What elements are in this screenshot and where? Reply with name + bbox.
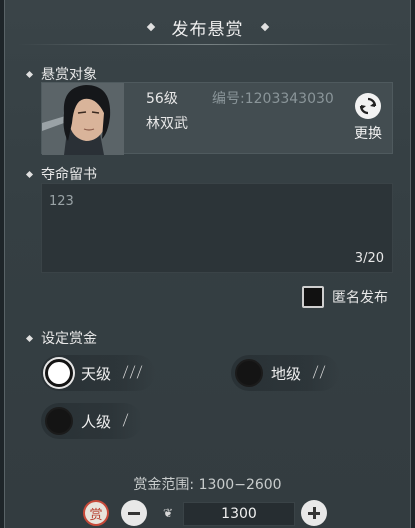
- grade-label: 地级: [271, 364, 302, 383]
- title-bar: 发布悬赏: [5, 10, 410, 44]
- character-portrait: [42, 83, 124, 155]
- grade-radio-selected[interactable]: [45, 359, 73, 387]
- bullet-diamond-icon: [25, 170, 34, 178]
- target-name: 林双武: [146, 116, 188, 132]
- target-heading-label: 悬赏对象: [41, 67, 97, 83]
- blade-rating: ⟋ ⟋: [309, 364, 331, 382]
- bounty-panel: 发布悬赏 悬赏对象 56级 林双武 编号:1203343030 更换 夺命留书 …: [4, 0, 411, 528]
- grade-option-ren[interactable]: 人级 ⟋: [41, 403, 142, 439]
- anonymous-toggle[interactable]: 匿名发布: [302, 286, 388, 308]
- amount-input[interactable]: 1300: [183, 502, 295, 526]
- blade-rating: ⟋ ⟋ ⟋: [119, 364, 147, 382]
- target-section-heading: 悬赏对象: [25, 64, 97, 84]
- decrease-amount-button[interactable]: [121, 500, 147, 526]
- message-heading-label: 夺命留书: [41, 167, 97, 183]
- title-divider: [17, 44, 398, 45]
- page-title: 发布悬赏: [171, 19, 244, 40]
- reward-heading-label: 设定赏金: [41, 331, 97, 347]
- bullet-diamond-icon: [25, 70, 34, 78]
- refresh-icon: [355, 93, 381, 119]
- portrait-image: [42, 83, 124, 155]
- title-right-diamond-icon: [260, 22, 269, 32]
- reward-section-heading: 设定赏金: [25, 328, 97, 348]
- anonymous-checkbox[interactable]: [302, 286, 324, 308]
- blade-rating: ⟋: [119, 412, 134, 430]
- bounty-seal-icon: 赏: [83, 500, 109, 526]
- grade-option-di[interactable]: 地级 ⟋ ⟋: [231, 355, 339, 391]
- swap-label: 更换: [354, 126, 382, 142]
- currency-icon: ❦: [163, 506, 174, 520]
- plus-icon-stroke: [312, 507, 316, 519]
- grade-label: 人级: [81, 412, 112, 431]
- message-section-heading: 夺命留书: [25, 164, 97, 184]
- bullet-diamond-icon: [25, 334, 34, 342]
- message-input[interactable]: 123 3/20: [41, 183, 393, 273]
- swap-target-button[interactable]: 更换: [350, 93, 386, 149]
- grade-label: 天级: [81, 364, 112, 383]
- grade-radio[interactable]: [45, 407, 73, 435]
- message-char-count: 3/20: [354, 251, 384, 266]
- grade-option-tian[interactable]: 天级 ⟋ ⟋ ⟋: [41, 355, 156, 391]
- target-card: 56级 林双武 编号:1203343030 更换: [41, 82, 393, 155]
- reward-range: 赏金范围: 1300−2600: [133, 477, 282, 493]
- minus-icon: [128, 511, 140, 515]
- title-left-diamond-icon: [146, 22, 155, 32]
- increase-amount-button[interactable]: [301, 500, 327, 526]
- amount-row: 赏 ❦ 1300: [5, 498, 410, 528]
- grade-radio[interactable]: [235, 359, 263, 387]
- anonymous-label: 匿名发布: [332, 290, 388, 306]
- blade-icon: ⟋: [118, 411, 134, 431]
- target-serial: 编号:1203343030: [212, 91, 334, 107]
- target-level: 56级: [146, 91, 178, 107]
- message-text: 123: [49, 194, 74, 209]
